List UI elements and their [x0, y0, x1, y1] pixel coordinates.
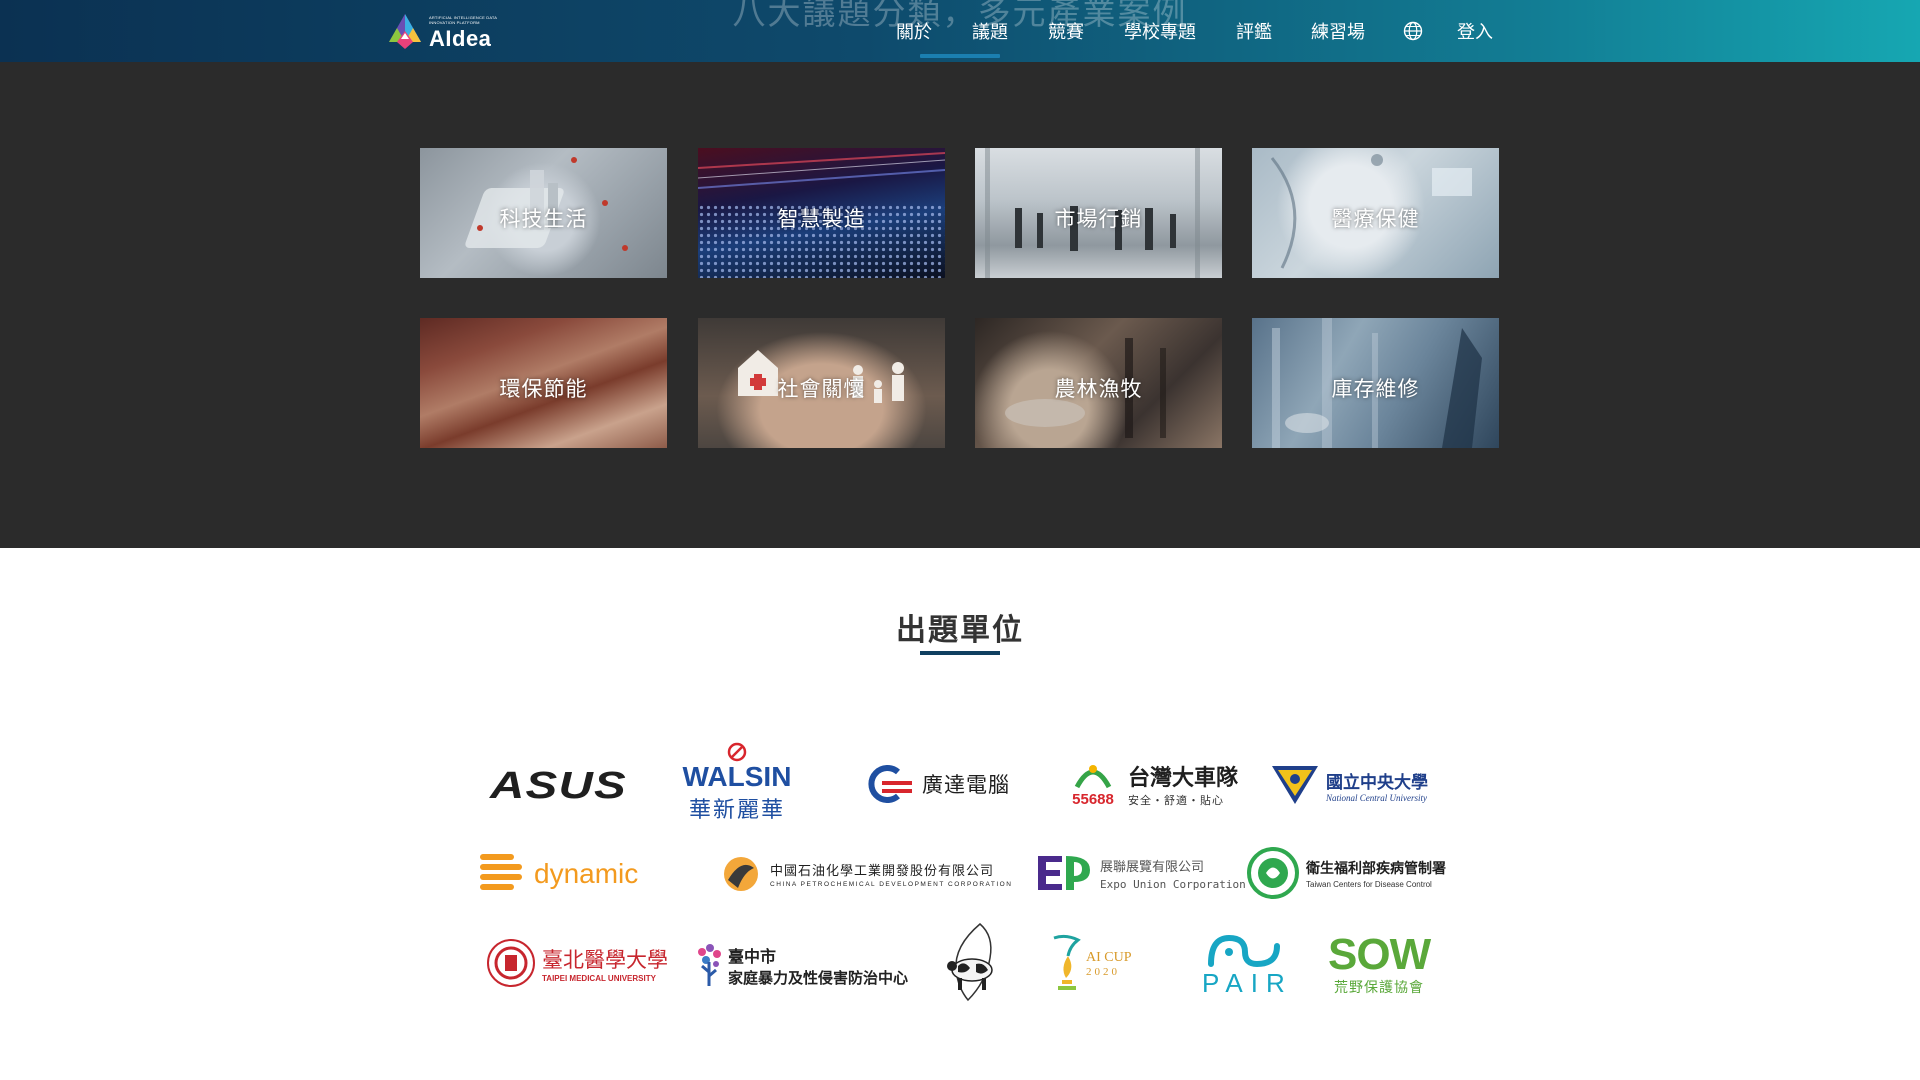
sponsor-taiwan-cdc-logo[interactable]: 衛生福利部疾病管制署 Taiwan Centers for Disease Co…: [1246, 846, 1446, 900]
ncu-chinese-name: 國立中央大學: [1326, 772, 1428, 793]
cdc-emblem-icon: [1247, 847, 1299, 899]
dynamic-emblem-icon: [480, 854, 522, 890]
taichung-center-name: 家庭暴力及性侵害防治中心: [728, 968, 909, 987]
cdc-text: 衛生福利部疾病管制署 Taiwan Centers for Disease Co…: [1306, 858, 1446, 889]
ai-cup-text: AI CUP 2020: [1086, 950, 1132, 978]
cpdc-english-name: CHINA PETROCHEMICAL DEVELOPMENT CORPORAT…: [770, 881, 1013, 888]
cdc-english-name: Taiwan Centers for Disease Control: [1306, 879, 1432, 889]
section-ghost-title: 八大議題分類，多元產業案例: [732, 0, 1188, 32]
nav-school-projects[interactable]: 學校專題: [1124, 18, 1196, 44]
sponsor-cow-logo[interactable]: [944, 922, 1000, 1002]
taichung-city-name: 臺中市: [728, 946, 777, 966]
walsin-emblem-icon: [727, 742, 747, 762]
sow-wordmark: SOW: [1328, 930, 1431, 979]
tmu-emblem-icon: [487, 939, 535, 987]
sponsor-ai-cup-logo[interactable]: AI CUP 2020: [1048, 932, 1132, 996]
taxi-slogan: 安全・舒適・貼心: [1128, 794, 1224, 807]
nav-about[interactable]: 關於: [896, 18, 932, 44]
topic-tile-marketing[interactable]: 市場行銷: [975, 148, 1222, 278]
expo-union-chinese-name: 展聯展覽有限公司: [1100, 859, 1205, 875]
tmu-chinese-name: 臺北醫學大學: [542, 947, 668, 972]
cdc-chinese-name: 衛生福利部疾病管制署: [1306, 860, 1446, 877]
topic-tile-healthcare[interactable]: 醫療保健: [1252, 148, 1499, 278]
expo-union-emblem-icon: [1038, 856, 1090, 890]
taxi-chinese-name: 台灣大車隊: [1128, 766, 1239, 791]
sponsor-dynamic-logo[interactable]: dynamic: [478, 852, 638, 896]
sponsor-cpdc-logo[interactable]: 中國石油化學工業開發股份有限公司 CHINA PETROCHEMICAL DEV…: [720, 854, 1012, 894]
topic-tile-agriculture[interactable]: 農林漁牧: [975, 318, 1222, 448]
pair-wordmark: PAIR: [1202, 968, 1293, 998]
taxi-emblem: 55688: [1064, 761, 1122, 808]
topic-label: 科技生活: [499, 207, 588, 231]
sow-chinese-name: 荒野保護協會: [1334, 980, 1425, 996]
taiwan-cow-icon: [947, 923, 993, 1002]
taxi-text: 台灣大車隊 安全・舒適・貼心: [1128, 760, 1238, 808]
sponsor-taiwan-taxi-logo[interactable]: 55688 台灣大車隊 安全・舒適・貼心: [1064, 756, 1238, 812]
topic-label: 醫療保健: [1331, 207, 1420, 231]
nav-practice[interactable]: 練習場: [1311, 18, 1365, 44]
sponsor-quanta-logo[interactable]: 廣達電腦: [860, 764, 1010, 804]
nav-topics[interactable]: 議題: [972, 18, 1008, 44]
topics-section: 科技生活 智慧製造 市場行銷 醫療保健 環保節能 社會關懷 農林漁牧 庫存維修: [0, 62, 1920, 548]
ncu-text: 國立中央大學 National Central University: [1326, 768, 1428, 803]
taichung-text: 臺中市 家庭暴力及性侵害防治中心: [728, 943, 908, 988]
taichung-tree-icon: [698, 944, 721, 986]
ai-cup-wordmark: AI CUP: [1086, 950, 1132, 965]
topic-tile-smart-manufacturing[interactable]: 智慧製造: [698, 148, 945, 278]
sponsor-asus-logo[interactable]: ASUS: [490, 765, 626, 807]
active-nav-indicator: [920, 54, 1000, 58]
tmu-english-name: TAIPEI MEDICAL UNIVERSITY: [542, 973, 656, 983]
walsin-chinese-name: 華新麗華: [688, 798, 785, 823]
topic-tile-tech-life[interactable]: 科技生活: [420, 148, 667, 278]
aidea-mark-icon: [389, 14, 421, 49]
cpdc-text: 中國石油化學工業開發股份有限公司 CHINA PETROCHEMICAL DEV…: [770, 860, 1012, 888]
taxi-number: 55688: [1072, 790, 1114, 808]
topic-label: 市場行銷: [1054, 207, 1143, 231]
globe-icon[interactable]: [1403, 21, 1423, 41]
expo-union-english-name: Expo Union Corporation: [1100, 877, 1246, 891]
cpdc-chinese-name: 中國石油化學工業開發股份有限公司: [770, 864, 995, 879]
nav-assessment[interactable]: 評鑑: [1236, 18, 1272, 44]
topic-label: 智慧製造: [777, 207, 866, 231]
sponsors-title-underline: [920, 651, 1000, 655]
asus-wordmark: ASUS: [490, 764, 627, 807]
logo-tagline: ARTIFICIAL INTELLIGENCE DATA INNOVATION …: [429, 15, 497, 25]
sponsor-pair-logo[interactable]: PAIR: [1202, 930, 1293, 1000]
quanta-chinese-name: 廣達電腦: [922, 773, 1010, 797]
sponsor-walsin-logo[interactable]: WALSIN 華新麗華: [682, 742, 792, 826]
cpdc-emblem-icon: [724, 857, 758, 891]
sponsor-ncu-logo[interactable]: 國立中央大學 National Central University: [1270, 762, 1428, 808]
sponsor-taichung-center-logo[interactable]: 臺中市 家庭暴力及性侵害防治中心: [694, 940, 908, 990]
ai-cup-year: 2020: [1086, 966, 1120, 978]
nav-login[interactable]: 登入: [1457, 18, 1493, 44]
taxi-emblem-icon: [1074, 764, 1112, 788]
ncu-emblem-icon: [1272, 766, 1318, 804]
dynamic-wordmark: dynamic: [534, 858, 639, 889]
nav-competitions[interactable]: 競賽: [1048, 18, 1084, 44]
pair-emblem-icon: [1208, 934, 1281, 968]
topic-tile-inventory-maintenance[interactable]: 庫存維修: [1252, 318, 1499, 448]
aidea-logo[interactable]: ARTIFICIAL INTELLIGENCE DATA INNOVATION …: [385, 9, 503, 53]
topic-tile-environment[interactable]: 環保節能: [420, 318, 667, 448]
topic-label: 社會關懷: [777, 377, 866, 401]
logo-wordmark: AIdea: [429, 26, 492, 51]
tmu-text: 臺北醫學大學 TAIPEI MEDICAL UNIVERSITY: [542, 944, 668, 983]
sponsor-sow-logo[interactable]: SOW 荒野保護協會: [1328, 930, 1431, 1000]
ai-cup-trophy-icon: [1053, 934, 1081, 990]
top-navbar: 八大議題分類，多元產業案例 ARTIFICIAL INTELLIGENCE DA…: [0, 0, 1920, 62]
topic-label: 農林漁牧: [1054, 377, 1143, 401]
topic-label: 庫存維修: [1331, 377, 1420, 401]
topic-label: 環保節能: [499, 377, 588, 401]
sponsor-tmu-logo[interactable]: 臺北醫學大學 TAIPEI MEDICAL UNIVERSITY: [486, 938, 668, 988]
walsin-wordmark: WALSIN: [682, 761, 792, 792]
sponsor-expo-union-logo[interactable]: 展聯展覽有限公司 Expo Union Corporation: [1034, 848, 1246, 898]
topic-tile-social-care[interactable]: 社會關懷: [698, 318, 945, 448]
sponsors-title: 出題單位: [896, 613, 1024, 648]
expo-union-text: 展聯展覽有限公司 Expo Union Corporation: [1100, 856, 1246, 891]
quanta-emblem-icon: [868, 765, 912, 803]
ncu-english-name: National Central University: [1326, 792, 1427, 803]
